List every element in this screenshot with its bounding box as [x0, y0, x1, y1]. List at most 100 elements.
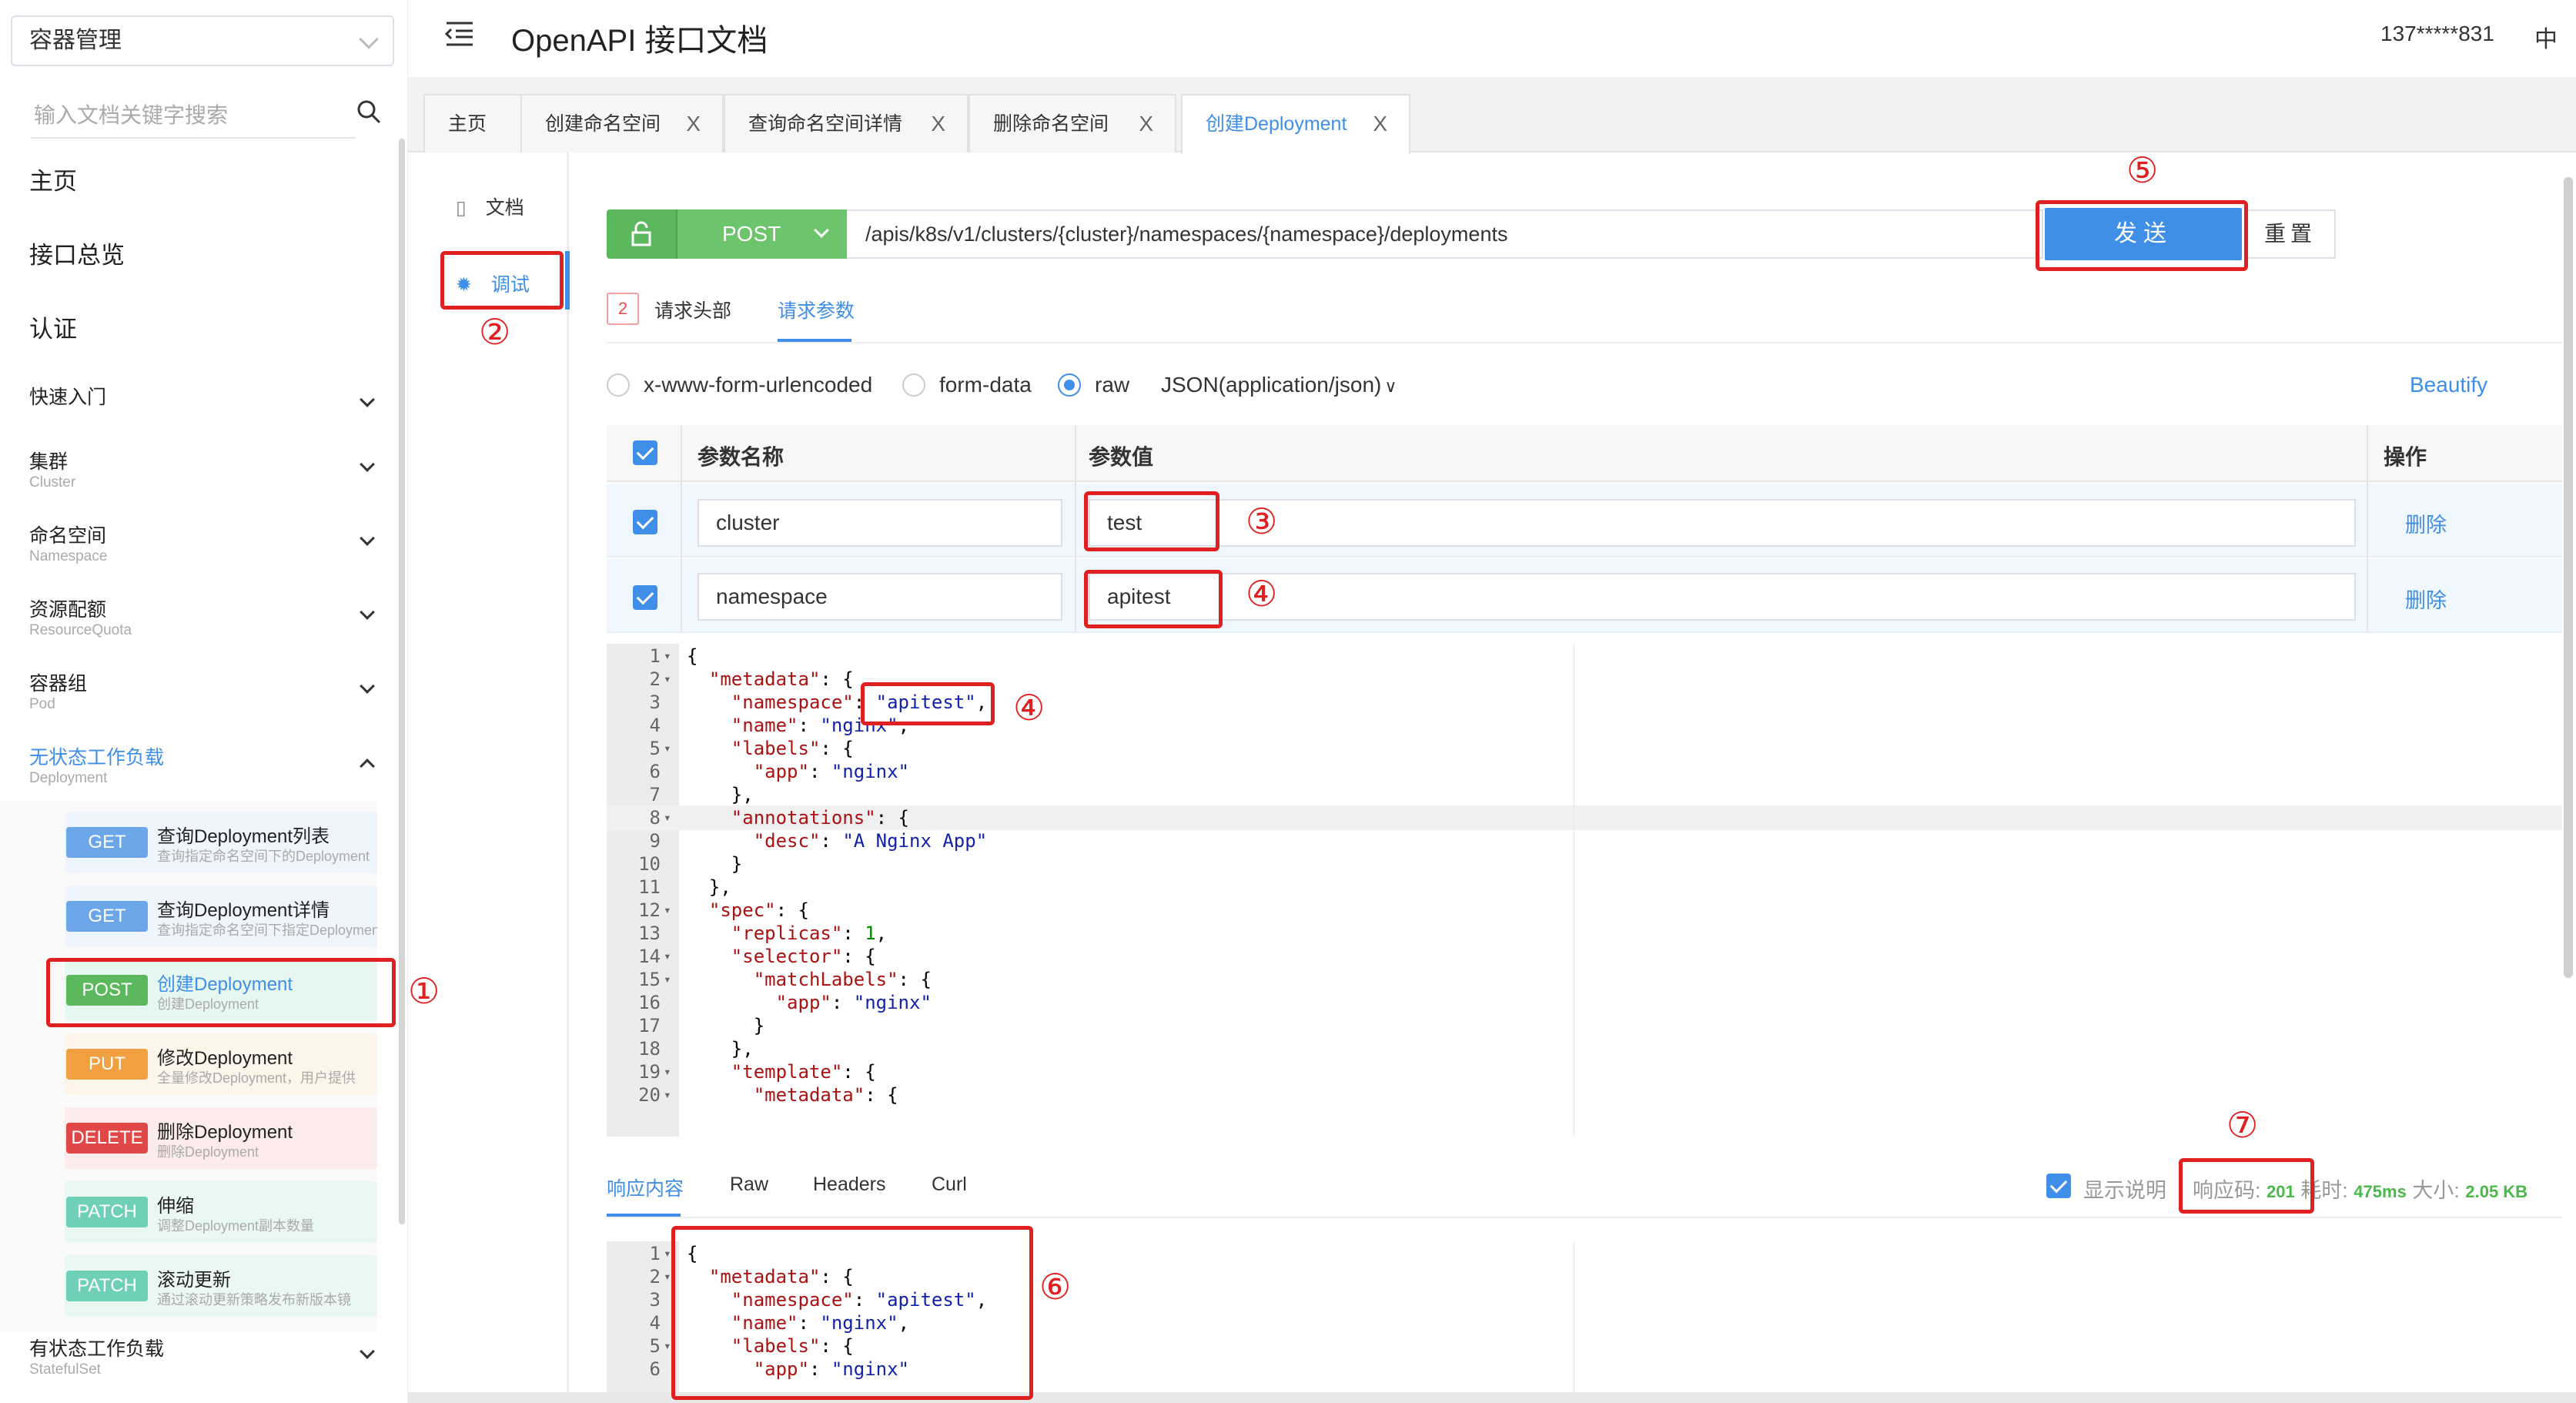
- api-item-delete-deployment[interactable]: DELETE 删除Deployment 删除Deployment: [65, 1107, 377, 1169]
- tab-create-deployment[interactable]: 创建Deployment X: [1181, 94, 1410, 154]
- main-scrollbar[interactable]: [2564, 177, 2573, 978]
- active-tab-underline: [778, 339, 851, 342]
- api-item-update-deployment[interactable]: PUT 修改Deployment 全量修改Deployment，用户提供: [65, 1033, 377, 1095]
- fold-toggle-icon[interactable]: ▾: [664, 1241, 671, 1266]
- radio-icon: [607, 373, 630, 397]
- tab-label: 查询命名空间详情: [748, 113, 903, 135]
- user-account[interactable]: 137*****831: [2380, 22, 2494, 46]
- fold-toggle-icon[interactable]: ▾: [664, 1264, 671, 1289]
- doc-search-input[interactable]: 输入文档关键字搜索: [31, 92, 356, 139]
- delete-row-link[interactable]: 删除: [2405, 584, 2447, 614]
- close-icon[interactable]: X: [686, 95, 701, 152]
- param-name-input[interactable]: namespace: [698, 573, 1062, 621]
- api-item-scale-deployment[interactable]: PATCH 伸缩 调整Deployment副本数量: [65, 1181, 377, 1243]
- close-icon[interactable]: X: [1373, 95, 1387, 152]
- show-description-checkbox[interactable]: [2046, 1174, 2071, 1198]
- fold-toggle-icon[interactable]: ▾: [664, 1083, 671, 1107]
- tab-response-curl[interactable]: Curl: [932, 1174, 967, 1196]
- beautify-link[interactable]: Beautify: [2410, 373, 2487, 397]
- tab-home[interactable]: 主页: [423, 94, 524, 152]
- method-badge: PATCH: [66, 1271, 148, 1301]
- nav-group-statefulset[interactable]: 有状态工作负载 StatefulSet: [29, 1337, 377, 1378]
- row-checkbox[interactable]: [633, 585, 657, 610]
- page-title: OpenAPI 接口文档: [511, 24, 768, 58]
- tab-label: 创建Deployment: [1206, 113, 1347, 135]
- divider: [567, 152, 569, 1403]
- column-header-name: 参数名称: [698, 445, 785, 469]
- close-icon[interactable]: X: [1139, 95, 1153, 152]
- tab-response-content[interactable]: 响应内容: [607, 1174, 684, 1201]
- language-switch[interactable]: 中: [2534, 20, 2558, 54]
- nav-group-deployment[interactable]: 无状态工作负载 Deployment: [29, 745, 377, 787]
- api-item-name: 修改Deployment: [157, 1048, 293, 1069]
- menu-collapse-icon[interactable]: [443, 20, 474, 48]
- annotation-box: [46, 958, 396, 1027]
- select-all-checkbox[interactable]: [633, 440, 657, 465]
- size-label: 大小:: [2412, 1179, 2460, 1202]
- fold-toggle-icon[interactable]: ▾: [664, 644, 671, 668]
- radio-urlencoded[interactable]: x-www-form-urlencoded: [607, 373, 872, 397]
- tab-response-raw[interactable]: Raw: [730, 1174, 768, 1196]
- api-item-name: 删除Deployment: [157, 1122, 293, 1143]
- param-value-input[interactable]: test: [1089, 499, 2356, 547]
- code-text: {: [687, 645, 698, 667]
- line-number: 14: [638, 946, 661, 967]
- fold-toggle-icon[interactable]: ▾: [664, 1334, 671, 1358]
- radio-selected-icon: [1058, 373, 1081, 397]
- annotation-box: [1084, 570, 1223, 628]
- response-size: 2.05 KB: [2465, 1182, 2528, 1201]
- annotation-box: [440, 251, 564, 310]
- tab-request-headers[interactable]: 请求头部: [654, 296, 731, 323]
- api-item-get-deployment[interactable]: GET 查询Deployment详情 查询指定命名空间下指定Deployment: [65, 886, 377, 947]
- nav-group-subtitle: ResourceQuota: [29, 622, 132, 638]
- nav-item-home[interactable]: 主页: [29, 162, 77, 196]
- tab-query-namespace[interactable]: 查询命名空间详情 X: [724, 94, 969, 152]
- content-type-select[interactable]: JSON(application/json) ∨: [1161, 373, 1397, 397]
- nav-group-resourcequota[interactable]: 资源配额 ResourceQuota: [29, 598, 377, 639]
- url-input[interactable]: /apis/k8s/v1/clusters/{cluster}/namespac…: [847, 209, 2043, 259]
- radio-form-data[interactable]: form-data: [902, 373, 1032, 397]
- fold-toggle-icon[interactable]: ▾: [664, 898, 671, 922]
- nav-group-namespace[interactable]: 命名空间 Namespace: [29, 524, 377, 565]
- code-text: },: [687, 784, 754, 805]
- tab-delete-namespace[interactable]: 删除命名空间 X: [969, 94, 1176, 152]
- nav-item-overview[interactable]: 接口总览: [29, 236, 125, 270]
- tab-request-params[interactable]: 请求参数: [778, 296, 855, 323]
- api-item-rolling-update[interactable]: PATCH 滚动更新 通过滚动更新策略发布新版本镜: [65, 1255, 377, 1317]
- doc-option[interactable]: ▯ 文档: [456, 193, 524, 220]
- reset-button[interactable]: 重置: [2245, 209, 2336, 259]
- method-select[interactable]: POST: [676, 209, 847, 259]
- code-line: 9 "desc": "A Nginx App": [607, 829, 2562, 853]
- sidebar-scrollbar[interactable]: [399, 139, 405, 1224]
- radio-raw[interactable]: raw: [1058, 373, 1129, 397]
- nav-group-cluster[interactable]: 集群 Cluster: [29, 450, 377, 491]
- search-icon[interactable]: [356, 99, 382, 125]
- nav-group-quickstart[interactable]: 快速入门: [29, 385, 377, 410]
- line-number: 3: [649, 1289, 661, 1311]
- fold-toggle-icon[interactable]: ▾: [664, 805, 671, 830]
- fold-toggle-icon[interactable]: ▾: [664, 944, 671, 969]
- nav-group-title: 无状态工作负载: [29, 747, 165, 768]
- row-checkbox[interactable]: [633, 510, 657, 534]
- delete-row-link[interactable]: 删除: [2405, 508, 2447, 538]
- fold-toggle-icon[interactable]: ▾: [664, 667, 671, 691]
- param-name-input[interactable]: cluster: [698, 499, 1062, 547]
- auth-lock-button[interactable]: [607, 209, 676, 259]
- fold-toggle-icon[interactable]: ▾: [664, 967, 671, 992]
- api-item-list-deployment[interactable]: GET 查询Deployment列表 查询指定命名空间下的Deployment: [65, 812, 377, 873]
- nav-item-auth[interactable]: 认证: [29, 310, 77, 344]
- tab-create-namespace[interactable]: 创建命名空间 X: [520, 94, 724, 152]
- line-number: 11: [638, 876, 661, 898]
- product-select[interactable]: 容器管理: [11, 15, 394, 66]
- close-icon[interactable]: X: [931, 95, 945, 152]
- fold-toggle-icon[interactable]: ▾: [664, 736, 671, 761]
- param-value-input[interactable]: apitest: [1089, 573, 2356, 621]
- code-line: 1 ▾ {: [607, 644, 2562, 668]
- radio-label: form-data: [939, 373, 1032, 397]
- nav-group-title: 快速入门: [29, 387, 107, 408]
- divider: [607, 1217, 2562, 1218]
- tab-response-headers[interactable]: Headers: [813, 1174, 886, 1196]
- header-count-badge: 2: [607, 293, 639, 325]
- fold-toggle-icon[interactable]: ▾: [664, 1060, 671, 1084]
- nav-group-pod[interactable]: 容器组 Pod: [29, 671, 377, 713]
